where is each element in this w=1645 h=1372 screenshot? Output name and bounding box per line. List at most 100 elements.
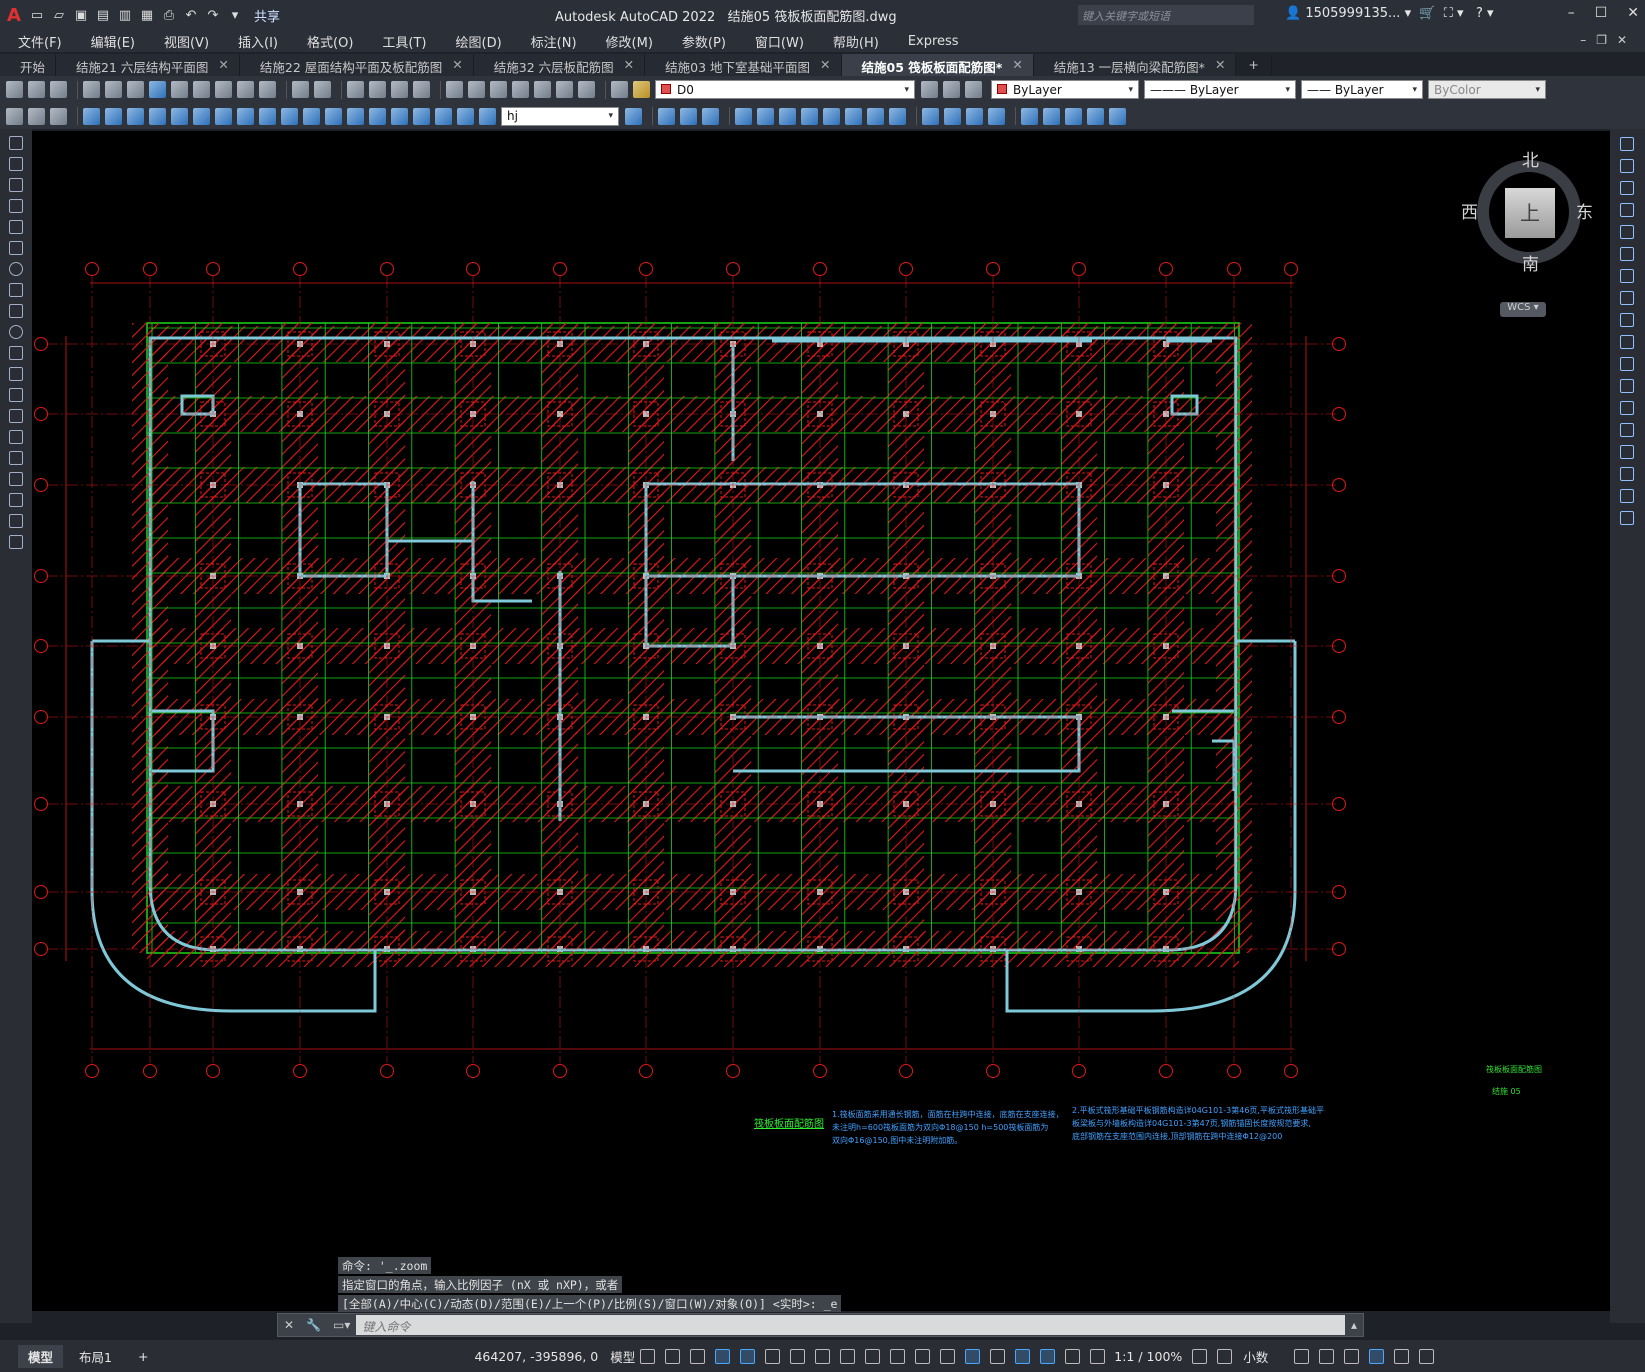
aligned-dimension-icon[interactable] bbox=[105, 107, 122, 125]
object-snap-icon[interactable] bbox=[840, 1348, 856, 1364]
extrude-faces-icon[interactable] bbox=[735, 107, 752, 125]
copy-object-icon[interactable] bbox=[1620, 159, 1634, 173]
hardware-acceleration-icon[interactable] bbox=[1369, 1348, 1385, 1364]
menu-item[interactable]: Express bbox=[890, 34, 970, 49]
customization-icon[interactable] bbox=[1419, 1348, 1435, 1364]
autocad-logo-icon[interactable]: A bbox=[0, 5, 28, 26]
radius-dimension-icon[interactable] bbox=[171, 107, 188, 125]
close-tab-icon[interactable]: ✕ bbox=[218, 57, 228, 76]
minimize-button[interactable]: – bbox=[1568, 5, 1575, 21]
ellipse-icon[interactable] bbox=[9, 325, 23, 339]
ellipse-arc-icon[interactable] bbox=[9, 346, 23, 360]
drawing-canvas[interactable]: 上 北 南 东 西 WCS ▾ 筏板板面配筋图 筏板板面配筋图 结施 05 1.… bbox=[32, 131, 1610, 1311]
block-editor-icon[interactable] bbox=[259, 81, 276, 98]
separate-icon[interactable] bbox=[966, 107, 983, 125]
selection-cycling-icon[interactable] bbox=[915, 1348, 931, 1364]
plot-icon[interactable]: ⎙ bbox=[160, 6, 178, 24]
save-icon[interactable] bbox=[50, 81, 67, 98]
file-tab[interactable]: 结施22 屋面结构平面及板配筋图 ✕ bbox=[239, 54, 474, 76]
polyline-icon[interactable] bbox=[9, 178, 23, 192]
thicken-icon[interactable] bbox=[1087, 107, 1104, 125]
design-center-icon[interactable] bbox=[468, 81, 485, 98]
move-icon[interactable] bbox=[1620, 247, 1634, 261]
viewcube[interactable]: 上 北 南 东 西 bbox=[1461, 148, 1595, 278]
annotation-visibility-icon[interactable] bbox=[1040, 1348, 1056, 1364]
inspection-icon[interactable] bbox=[391, 107, 408, 125]
infer-constraints-icon[interactable] bbox=[690, 1348, 706, 1364]
layer-state-icon[interactable] bbox=[633, 81, 650, 98]
open-icon[interactable] bbox=[28, 81, 45, 98]
arc-icon[interactable] bbox=[9, 241, 23, 255]
publish-icon[interactable] bbox=[127, 81, 144, 98]
zoom-window-icon[interactable] bbox=[391, 81, 408, 98]
angular-dimension-icon[interactable] bbox=[237, 107, 254, 125]
zoom-realtime-icon[interactable] bbox=[369, 81, 386, 98]
imprint-icon[interactable] bbox=[922, 107, 939, 125]
menu-item[interactable]: 文件(F) bbox=[0, 32, 73, 51]
rotate-faces-icon[interactable] bbox=[823, 107, 840, 125]
offset-faces-icon[interactable] bbox=[779, 107, 796, 125]
gradient-icon[interactable] bbox=[9, 451, 23, 465]
scale-icon[interactable] bbox=[1620, 291, 1634, 305]
menu-item[interactable]: 插入(I) bbox=[220, 32, 289, 51]
join-icon[interactable] bbox=[1620, 423, 1634, 437]
quick-dimension-icon[interactable] bbox=[259, 107, 276, 125]
move-faces-icon[interactable] bbox=[757, 107, 774, 125]
arc-length-icon[interactable] bbox=[127, 107, 144, 125]
linetype-dropdown[interactable]: ——— ByLayer ▾ bbox=[1144, 80, 1296, 99]
open-file-icon[interactable]: ▱ bbox=[50, 6, 68, 24]
snap-mode-icon[interactable] bbox=[665, 1348, 681, 1364]
lock-ui-icon[interactable] bbox=[1319, 1348, 1335, 1364]
save-icon[interactable]: ▣ bbox=[72, 6, 90, 24]
jogged-dimension-icon[interactable] bbox=[193, 107, 210, 125]
close-tab-icon[interactable]: ✕ bbox=[820, 57, 830, 76]
dimension-text-edit-icon[interactable] bbox=[457, 107, 474, 125]
extend-icon[interactable] bbox=[1620, 357, 1634, 371]
line-icon[interactable] bbox=[9, 136, 23, 150]
menu-item[interactable]: 工具(T) bbox=[364, 32, 437, 51]
close-tab-icon[interactable]: ✕ bbox=[452, 57, 462, 76]
add-selected-icon[interactable] bbox=[9, 535, 23, 549]
blend-curves-icon[interactable] bbox=[1620, 489, 1634, 503]
taper-faces-icon[interactable] bbox=[845, 107, 862, 125]
stretch-icon[interactable] bbox=[1620, 313, 1634, 327]
dimension-edit-icon[interactable] bbox=[435, 107, 452, 125]
ortho-mode-icon[interactable] bbox=[740, 1348, 756, 1364]
ordinate-dimension-icon[interactable] bbox=[149, 107, 166, 125]
plot-preview-icon[interactable] bbox=[105, 81, 122, 98]
layer-properties-icon[interactable] bbox=[611, 81, 628, 98]
sheet-set-icon[interactable] bbox=[512, 81, 529, 98]
rectangle-icon[interactable] bbox=[9, 220, 23, 234]
menu-item[interactable]: 编辑(E) bbox=[73, 32, 146, 51]
object-snap-tracking-icon[interactable] bbox=[815, 1348, 831, 1364]
command-customize-icon[interactable]: 🔧 bbox=[306, 1318, 321, 1332]
compass-west[interactable]: 西 bbox=[1461, 198, 1478, 223]
match-properties-icon[interactable] bbox=[237, 81, 254, 98]
grid-icon[interactable] bbox=[640, 1348, 656, 1364]
menu-item[interactable]: 绘图(D) bbox=[438, 32, 513, 51]
array-icon[interactable] bbox=[1620, 225, 1634, 239]
new-tab-button[interactable]: + bbox=[1236, 54, 1272, 76]
compass-south[interactable]: 南 bbox=[1522, 250, 1539, 275]
file-tab[interactable]: 结施05 筏板板面配筋图* ✕ bbox=[841, 54, 1034, 76]
dynamic-input-icon[interactable] bbox=[715, 1348, 731, 1364]
table-icon[interactable] bbox=[9, 493, 23, 507]
region-icon[interactable] bbox=[9, 472, 23, 486]
polar-tracking-icon[interactable] bbox=[765, 1348, 781, 1364]
help-search-input[interactable]: 键入关键字或短语 bbox=[1078, 5, 1254, 25]
auto-scale-icon[interactable] bbox=[1065, 1348, 1081, 1364]
color-dropdown[interactable]: ByLayer ▾ bbox=[991, 80, 1139, 99]
tolerance-icon[interactable] bbox=[347, 107, 364, 125]
baseline-dimension-icon[interactable] bbox=[281, 107, 298, 125]
union-icon[interactable] bbox=[658, 107, 675, 125]
dynamic-ucs-icon[interactable] bbox=[965, 1348, 981, 1364]
isolate-objects-icon[interactable] bbox=[1344, 1348, 1360, 1364]
dimension-space-icon[interactable] bbox=[325, 107, 342, 125]
selection-filter-icon[interactable] bbox=[990, 1348, 1006, 1364]
zoom-previous-icon[interactable] bbox=[413, 81, 430, 98]
intersect-icon[interactable] bbox=[702, 107, 719, 125]
properties-icon[interactable] bbox=[446, 81, 463, 98]
make-block-icon[interactable] bbox=[9, 388, 23, 402]
annotation-monitor-icon[interactable] bbox=[1217, 1348, 1233, 1364]
file-tab[interactable]: 结施13 一层横向梁配筋图* ✕ bbox=[1033, 54, 1237, 76]
